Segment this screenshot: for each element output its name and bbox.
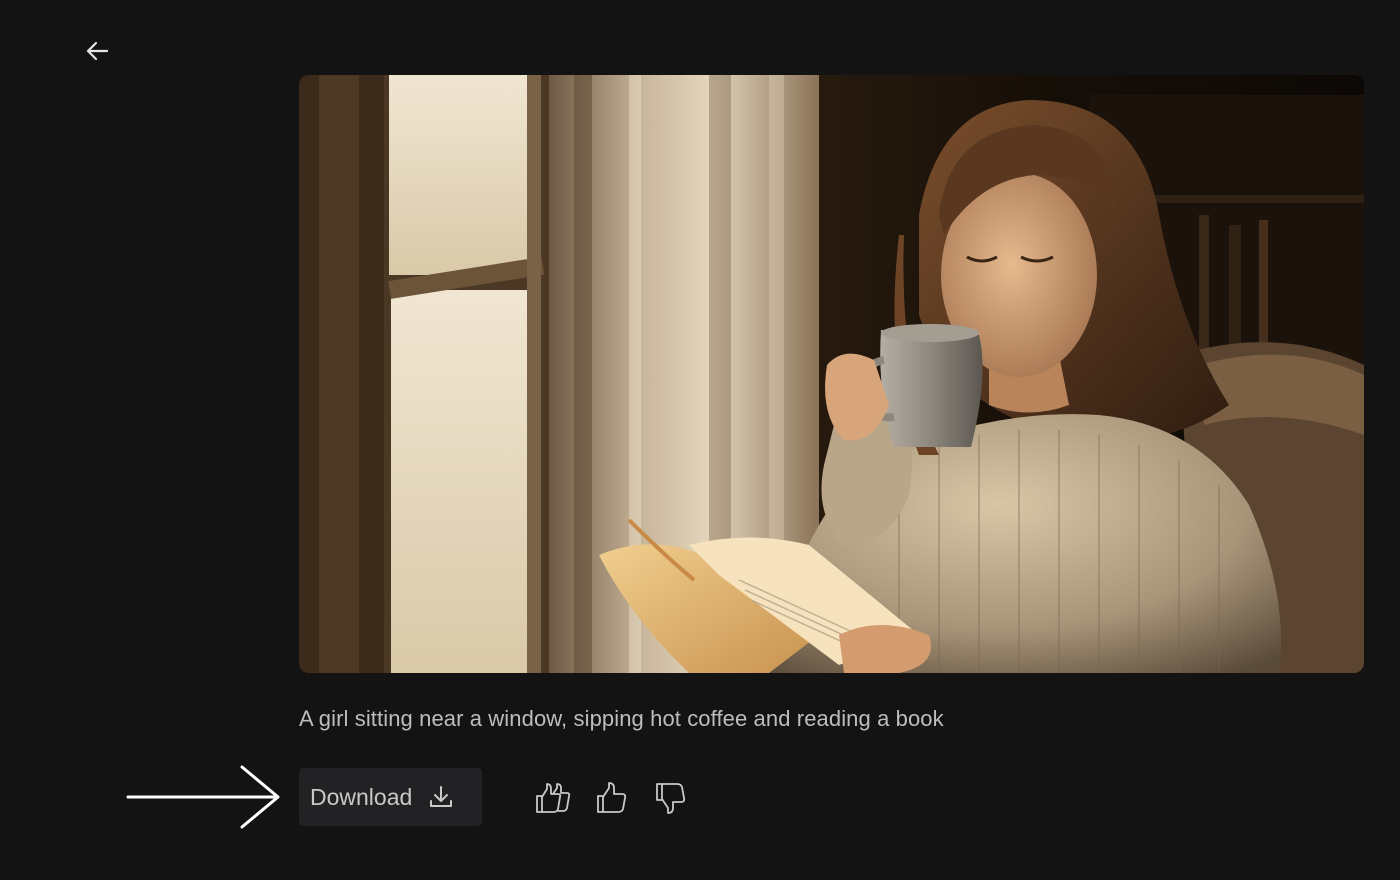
double-thumbs-up-button[interactable]: [533, 778, 573, 818]
image-caption: A girl sitting near a window, sipping ho…: [299, 706, 944, 731]
download-label: Download: [310, 783, 413, 810]
download-icon: [427, 783, 455, 811]
image-detail-page: A girl sitting near a window, sipping ho…: [0, 0, 1400, 880]
thumbs-up-button[interactable]: [591, 778, 631, 818]
download-button[interactable]: Download: [299, 768, 482, 826]
annotation-arrow-right-icon: [126, 765, 280, 829]
arrow-left-icon: [86, 41, 109, 61]
double-thumbs-up-icon: [536, 783, 571, 813]
thumbs-down-icon: [656, 783, 686, 814]
thumbs-down-button[interactable]: [650, 778, 690, 818]
thumbs-up-icon: [597, 782, 627, 813]
back-button[interactable]: [78, 32, 116, 70]
generated-image-picture: [299, 75, 1364, 673]
generated-image[interactable]: [299, 75, 1364, 673]
